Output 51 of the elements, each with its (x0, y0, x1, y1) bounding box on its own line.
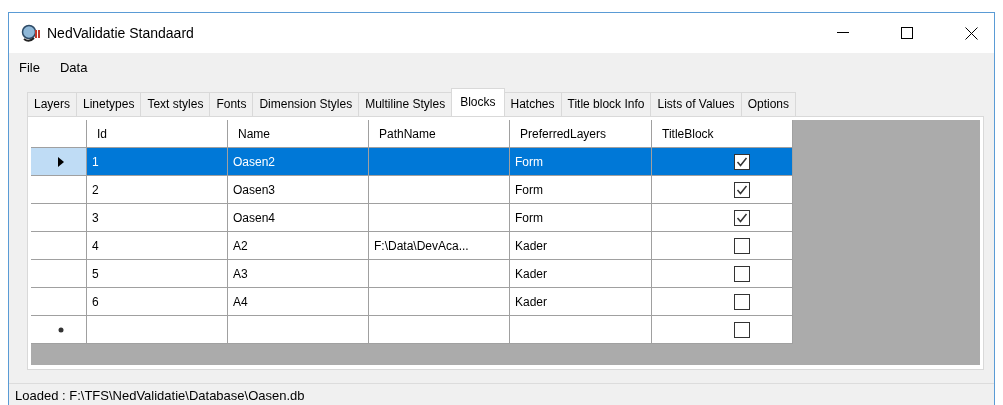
table-cell: A2 (228, 232, 369, 260)
checkbox[interactable] (734, 321, 750, 338)
row-header[interactable] (31, 176, 87, 204)
table-cell: Form (510, 204, 652, 232)
row-header[interactable] (31, 232, 87, 260)
corner-header (31, 120, 87, 148)
table-cell: Form (510, 176, 652, 204)
row-header[interactable] (31, 288, 87, 316)
minimize-icon (837, 32, 849, 34)
maximize-icon (901, 27, 913, 39)
table-cell: A4 (228, 288, 369, 316)
table-cell: 1 (87, 148, 228, 176)
row-header[interactable] (31, 316, 87, 344)
table-cell: Oasen3 (228, 176, 369, 204)
table-cell: A3 (228, 260, 369, 288)
column-header[interactable]: PathName (369, 120, 510, 148)
status-text: Loaded : F:\TFS\NedValidatie\Database\Oasen.db (9, 383, 994, 405)
checkbox[interactable] (734, 293, 750, 310)
column-header[interactable]: TitleBlock (652, 120, 793, 148)
table-cell: 5 (87, 260, 228, 288)
window-title: NedValidatie Standaard (47, 25, 195, 41)
app-icon (21, 24, 41, 42)
table-cell: Kader (510, 260, 652, 288)
tab[interactable]: Layers (27, 92, 78, 116)
table-cell: Oasen2 (228, 148, 369, 176)
table-cell: 6 (87, 288, 228, 316)
checkbox[interactable] (734, 153, 750, 170)
table-cell: Kader (510, 232, 652, 260)
table-cell: 2 (87, 176, 228, 204)
row-header[interactable] (31, 260, 87, 288)
table-cell: Kader (510, 288, 652, 316)
checkbox[interactable] (734, 265, 750, 282)
new-row-icon (58, 326, 64, 333)
column-header[interactable]: Name (228, 120, 369, 148)
table-cell: Form (510, 148, 652, 176)
menu-item[interactable]: Data (53, 57, 94, 78)
close-icon (964, 26, 978, 40)
checkbox[interactable] (734, 181, 750, 198)
table-cell: F:\Data\DevAca... (369, 232, 510, 260)
tab[interactable]: Options (740, 92, 796, 116)
checkbox[interactable] (734, 209, 750, 226)
tab[interactable]: Blocks (451, 88, 505, 116)
row-header[interactable] (31, 204, 87, 232)
checkbox[interactable] (734, 237, 750, 254)
table-cell: Oasen4 (228, 204, 369, 232)
row-header[interactable] (31, 148, 87, 176)
table-cell: 4 (87, 232, 228, 260)
column-header[interactable]: Id (87, 120, 228, 148)
menu-item[interactable]: File (13, 57, 46, 78)
table-cell: 3 (87, 204, 228, 232)
column-header[interactable]: PreferredLayers (510, 120, 652, 148)
